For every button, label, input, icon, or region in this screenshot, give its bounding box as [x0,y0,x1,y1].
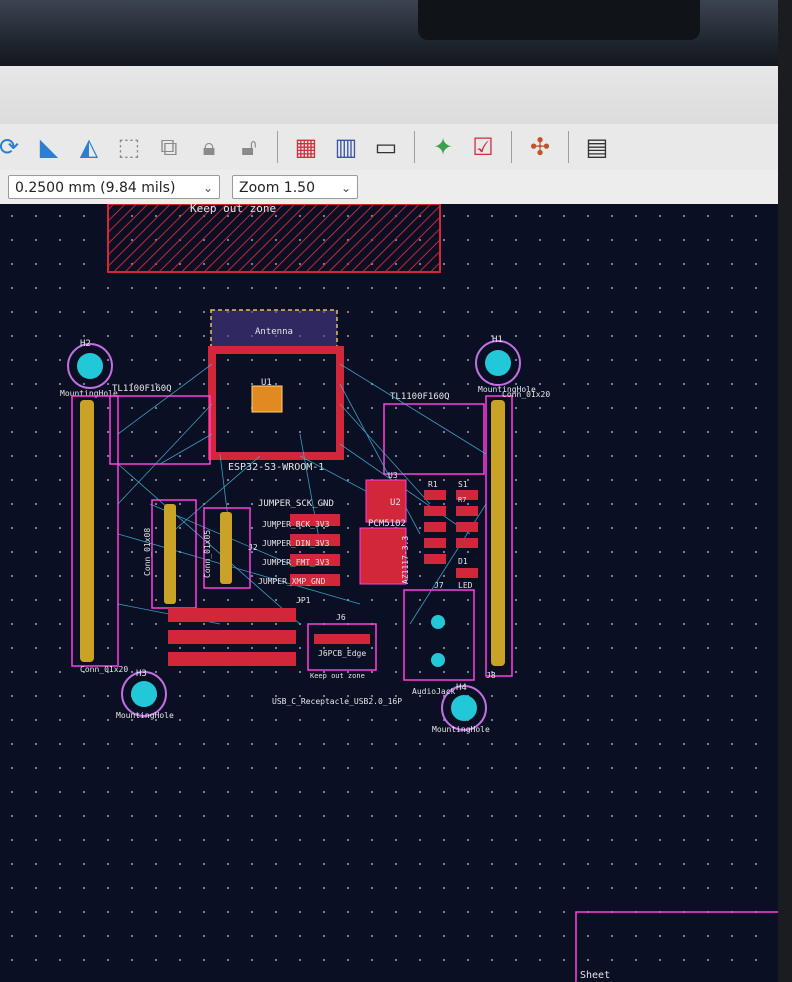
mounting-hole-h2[interactable] [67,343,113,389]
jumper-5-label: JUMPER_XMP_GND [258,577,326,586]
monitor-edge [778,0,792,982]
conn-01x08-pins [164,504,176,604]
pcb-canvas[interactable]: Keep out zone Antenna U1 ESP32-S3-WROOM-… [0,204,778,982]
audio-jack-hole-2 [431,653,445,667]
u1-label: U1 [261,378,272,388]
jumper-3-label: JUMPER_DIN_3V3 [262,539,330,548]
conn-01x05-pins [220,512,232,584]
lock-icon[interactable]: 🔒︎ [194,132,224,162]
router-icon[interactable]: ✣ [525,132,555,162]
usb-label: USB_C_Receptacle_USB2.0_16P [272,697,402,706]
h4-label: H4 [456,683,467,693]
esp32-thermal-pad [251,385,283,413]
toolbar-separator [277,131,278,163]
footprint-editor-icon[interactable]: ✦ [428,132,458,162]
u3-label: U3 [388,471,398,480]
ungroup-icon[interactable]: ⧉ [154,132,184,162]
refresh-icon[interactable]: ⟳ [0,132,24,162]
chevron-down-icon: ⌄ [340,181,351,195]
grid-select[interactable]: 0.2500 mm (9.84 mils) ⌄ [8,175,220,199]
mounting-hole-h1[interactable] [475,340,521,386]
window-titlebar [0,66,778,124]
usb-c-pads [314,634,370,644]
audio-label: AudioJack [412,687,456,696]
switch-left[interactable] [109,395,211,465]
jspcb-label: J6PCB_Edge [318,649,366,658]
j6-label: J6 [336,613,346,622]
u2-label: U2 [390,498,401,508]
camera-housing [418,0,700,40]
r7-label: R7 [458,496,466,504]
keepout-usb-label: Keep out zone [310,672,365,680]
jumper-sck-label: JUMPER_SCK_GND [258,499,334,509]
conn-01x05-label: Conn_01x05 [203,530,212,578]
regulator[interactable] [359,527,407,585]
mounting-h3-label: MountingHole [116,711,174,720]
conn-01x08-label: Conn_01x08 [143,528,152,576]
sheet-label: Sheet [580,970,610,981]
resistor-grid[interactable] [168,608,296,666]
h3-label: H3 [136,669,147,679]
led-label: LED [458,581,473,590]
conn-left-label: Conn_01x20 [80,665,128,674]
mounting-h4-label: MountingHole [432,725,490,734]
h1-label: H1 [492,335,503,345]
antenna-label: Antenna [255,327,293,337]
audio-jack-hole-1 [431,615,445,629]
chevron-down-icon: ⌄ [202,181,213,195]
monitor-bezel [0,0,792,66]
ams-label: AZ1117-3.3 [401,536,410,584]
conn-right-pins [491,400,505,666]
conn-left-pins [80,400,94,662]
toolbar-separator [568,131,569,163]
h2-label: H2 [80,339,91,349]
main-toolbar: ⟳ ◣ ◭ ⬚ ⧉ 🔒︎ 🔓︎ ▦ ▥ ▭ ✦ ☑ ✣ ▤ [0,124,778,170]
kicad-window: ⟳ ◣ ◭ ⬚ ⧉ 🔒︎ 🔓︎ ▦ ▥ ▭ ✦ ☑ ✣ ▤ 0.2500 mm … [0,66,778,982]
conn-left-courtyard[interactable] [71,395,119,667]
mirror-icon[interactable]: ◭ [74,132,104,162]
d1-label: D1 [458,557,468,566]
j2-label: J2 [248,543,258,552]
jumper-2-label: JUMPER_BCK_3V3 [262,520,330,529]
pcm-label: PCM5102 [368,519,406,529]
j7-label: J7 [434,581,444,590]
board-setup-icon[interactable]: ▭ [371,132,401,162]
options-bar: 0.2500 mm (9.84 mils) ⌄ Zoom 1.50 ⌄ [0,170,778,205]
toolbar-separator [414,131,415,163]
zoom-select[interactable]: Zoom 1.50 ⌄ [232,175,358,199]
inspect-icon[interactable]: ▥ [331,132,361,162]
drc-icon[interactable]: ☑ [468,132,498,162]
s1-label: S1 [458,480,468,489]
usb-c-receptacle[interactable] [307,623,377,671]
pcb-layout: Keep out zone Antenna U1 ESP32-S3-WROOM-… [60,204,778,982]
j8-label: J8 [486,671,496,680]
tl-left-label: TL1100F160Q [112,384,172,394]
flip-icon[interactable]: ◣ [34,132,64,162]
jumper-4-label: JUMPER_FMT_3V3 [262,558,330,567]
switch-right[interactable] [383,403,485,475]
grid-value: 0.2500 mm (9.84 mils) [15,180,176,196]
jp1-label: JP1 [296,596,311,605]
r1-label: R1 [428,480,438,489]
zoom-value: Zoom 1.50 [239,180,315,196]
toolbar-separator [511,131,512,163]
scripting-console-icon[interactable]: ▤ [582,132,612,162]
keepout-label: Keep out zone [190,204,276,215]
unlock-icon[interactable]: 🔓︎ [234,132,264,162]
conn-right-label: Conn_01x20 [502,390,550,399]
update-pcb-icon[interactable]: ▦ [291,132,321,162]
group-icon[interactable]: ⬚ [114,132,144,162]
